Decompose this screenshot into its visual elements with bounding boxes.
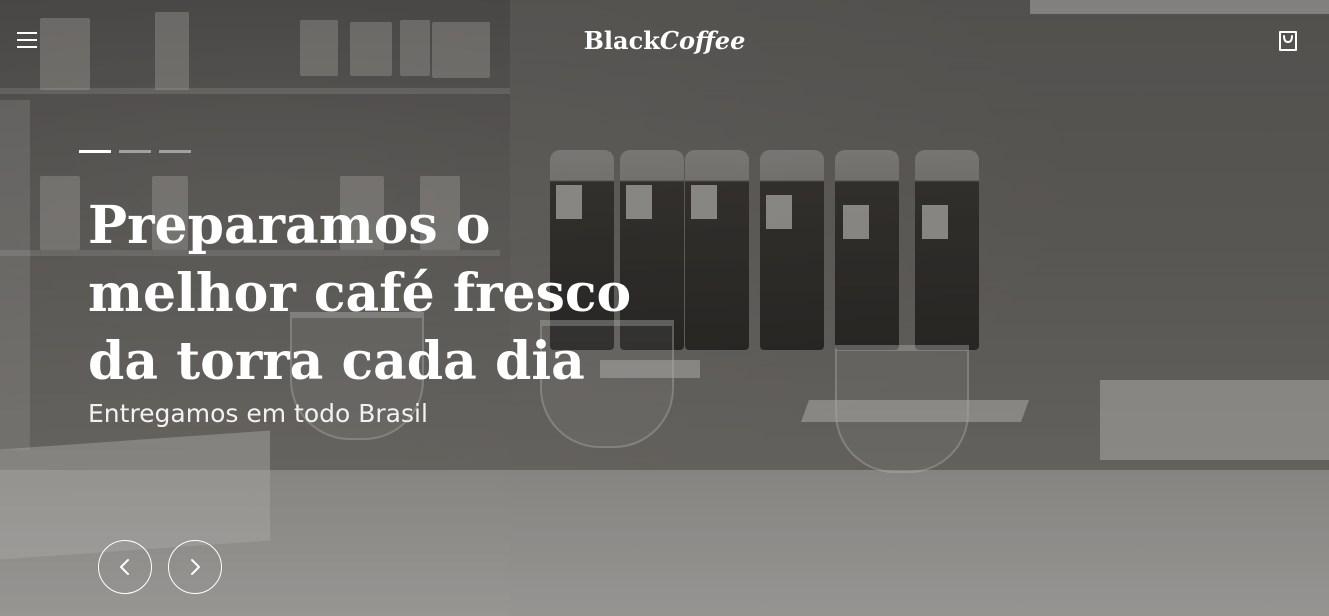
- shopping-bag-icon[interactable]: [1278, 30, 1298, 52]
- hero-headline-line-3: da torra cada dia: [88, 331, 585, 392]
- brand-logo[interactable]: BlackCoffee: [0, 26, 1329, 55]
- chevron-right-icon: [191, 559, 200, 575]
- brand-logo-coffee: Coffee: [659, 26, 746, 55]
- hero-slider: BlackCoffee Preparamos o melhor café fre…: [0, 0, 1329, 616]
- slide-indicator-1[interactable]: [79, 150, 111, 153]
- brand-logo-black: Black: [583, 26, 660, 55]
- hero-headline-line-1: Preparamos o: [88, 195, 491, 256]
- chevron-left-icon: [120, 559, 129, 575]
- slide-indicators: [79, 150, 191, 153]
- slide-indicator-3[interactable]: [159, 150, 191, 153]
- slide-indicator-2[interactable]: [119, 150, 151, 153]
- hero-headline-line-2: melhor café fresco: [88, 263, 632, 324]
- hero-headline: Preparamos o melhor café fresco da torra…: [88, 192, 632, 396]
- next-slide-button[interactable]: [168, 540, 222, 594]
- previous-slide-button[interactable]: [98, 540, 152, 594]
- hero-subheadline: Entregamos em todo Brasil: [88, 399, 428, 428]
